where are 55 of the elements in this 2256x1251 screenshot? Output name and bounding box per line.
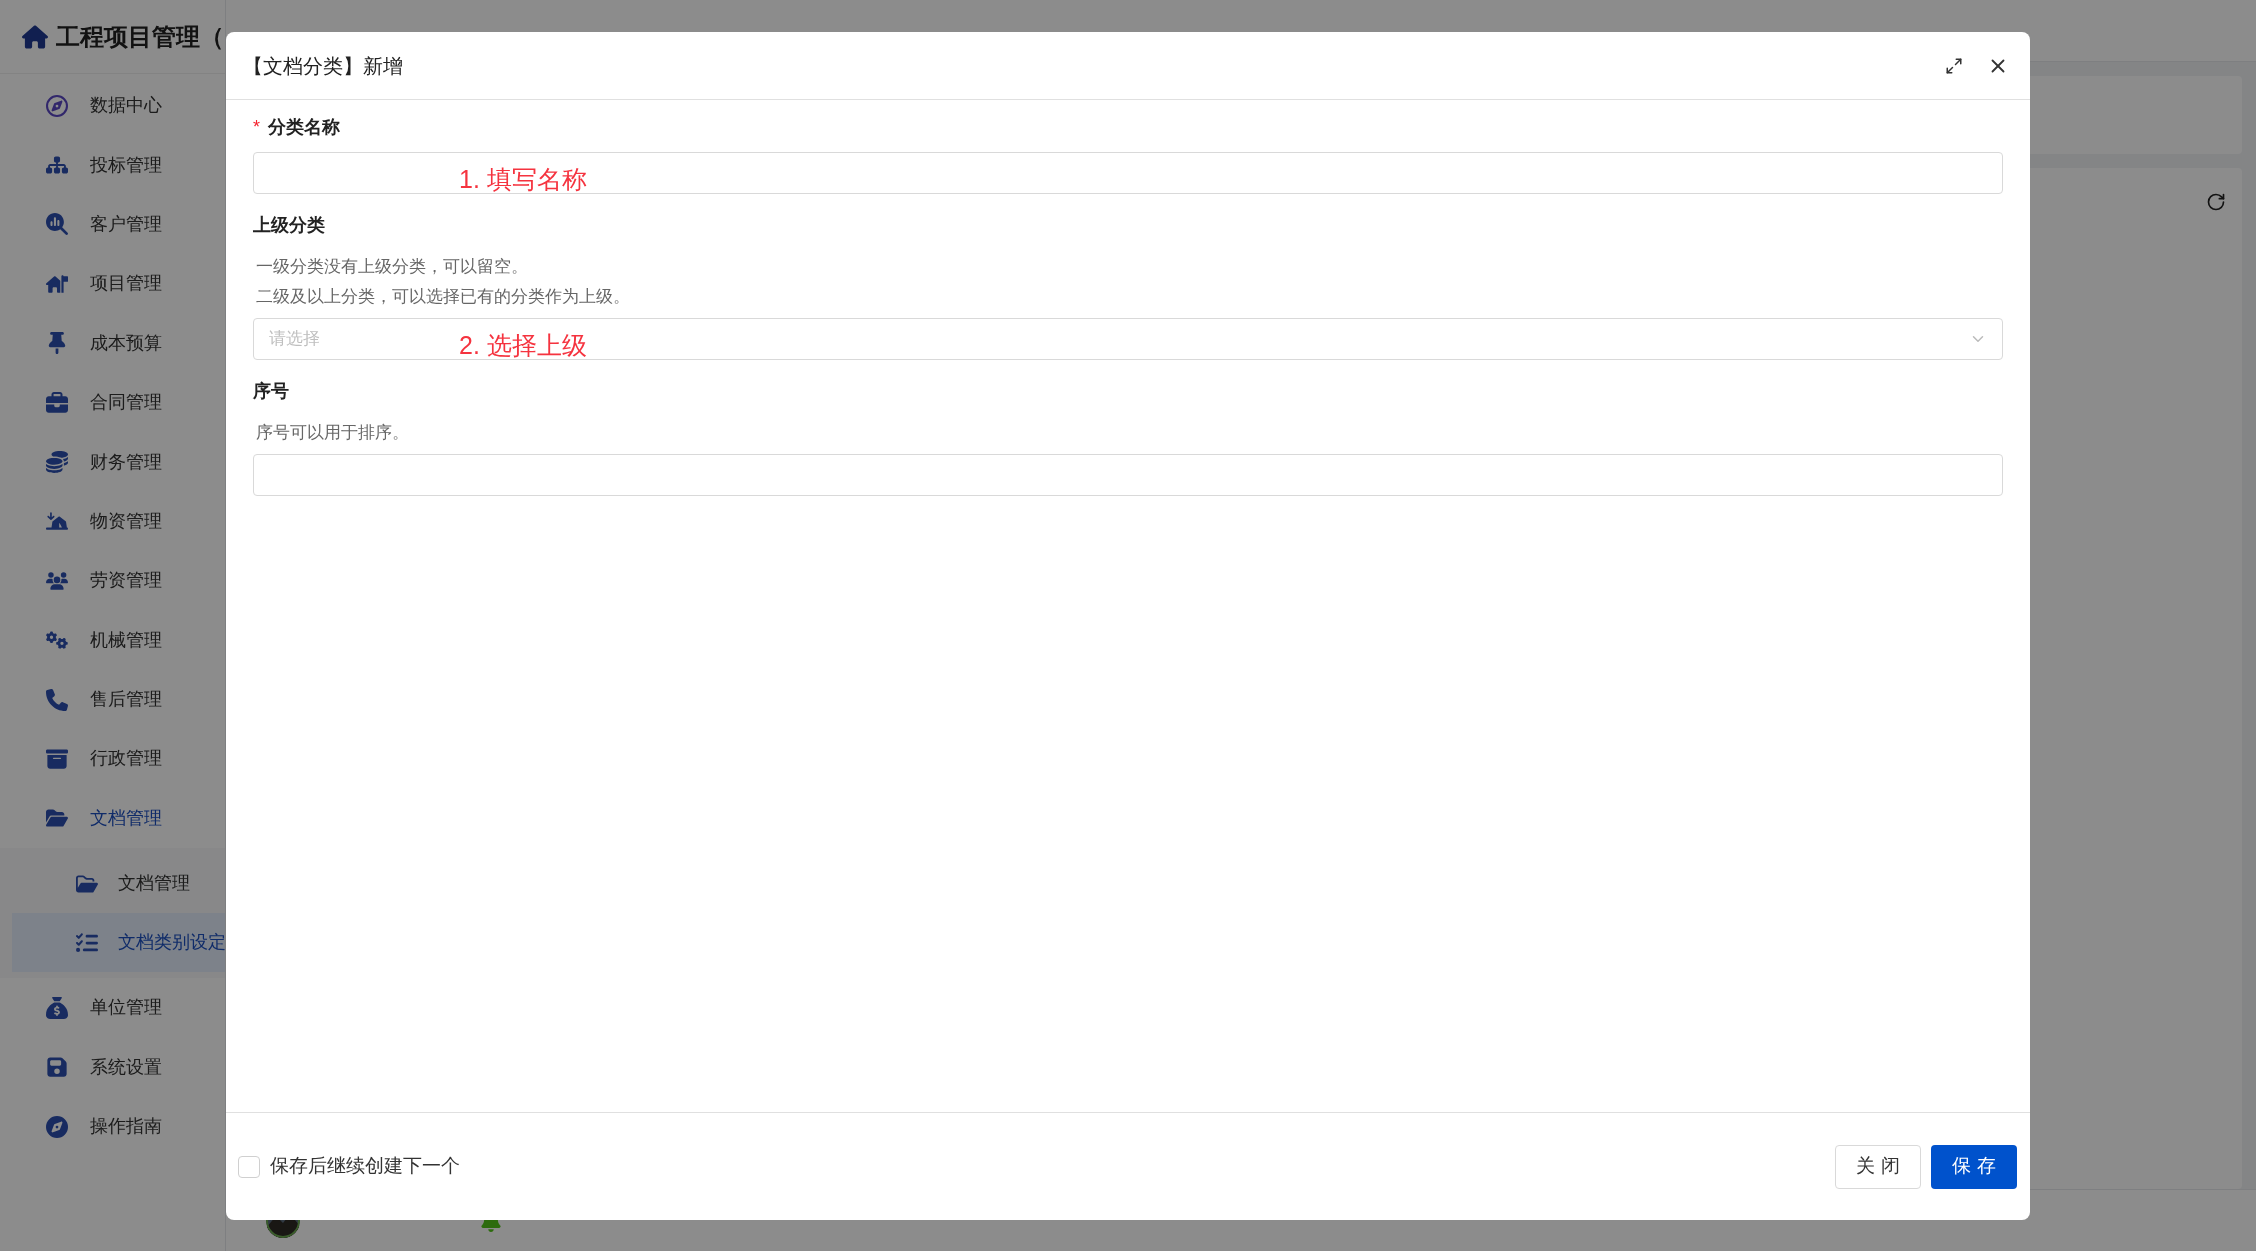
field-hint: 一级分类没有上级分类，可以留空。: [256, 256, 529, 278]
dialog-title: 【文档分类】新增: [243, 53, 403, 79]
required-mark: *: [253, 118, 260, 136]
annotation-text: 2. 选择上级: [459, 330, 587, 360]
home-icon: [22, 23, 48, 50]
sidebar-item[interactable]: 售后管理: [0, 669, 225, 730]
briefcase-icon: [46, 391, 68, 414]
coins-icon: [46, 451, 68, 474]
compass-icon: [46, 94, 68, 117]
sidebar-item[interactable]: 劳资管理: [0, 551, 225, 611]
field-label: 序号: [253, 379, 289, 403]
sidebar-item[interactable]: 成本预算: [0, 313, 225, 373]
tent-arrow-icon: [46, 510, 68, 533]
folder-icon: [76, 872, 98, 895]
checkbox[interactable]: [238, 1155, 260, 1178]
field-label: 上级分类: [253, 213, 325, 237]
users-icon: [46, 569, 68, 592]
compass-icon: [46, 1115, 68, 1138]
annotation-text: 1. 填写名称: [459, 164, 587, 194]
app-title: 工程项目管理（: [56, 21, 224, 52]
field-hint: 二级及以上分类，可以选择已有的分类作为上级。: [256, 286, 631, 308]
sidebar-item[interactable]: 系统设置: [0, 1037, 225, 1097]
sidebar-item[interactable]: 数据中心: [0, 76, 225, 136]
money-bag-icon: [46, 996, 68, 1019]
sidebar-item[interactable]: 文档管理: [0, 788, 225, 849]
house-flag-icon: [46, 272, 68, 295]
sidebar-item[interactable]: 机械管理: [0, 610, 225, 670]
expand-icon[interactable]: [1945, 56, 1963, 75]
field-hint: 序号可以用于排序。: [256, 422, 410, 444]
sitemap-icon: [46, 154, 68, 177]
sidebar-item[interactable]: 物资管理: [0, 491, 225, 552]
sidebar-item[interactable]: 财务管理: [0, 432, 225, 492]
checklist-icon: [76, 931, 98, 954]
field-label: 分类名称: [268, 115, 340, 139]
sidebar-item[interactable]: 项目管理: [0, 254, 225, 314]
magnifier-chart-icon: [46, 213, 68, 236]
sidebar-subitem[interactable]: 文档类别设定: [12, 913, 225, 973]
text-field[interactable]: [253, 454, 2003, 496]
save-button[interactable]: 保 存: [1931, 1144, 2017, 1189]
close-button[interactable]: 关 闭: [1835, 1144, 1921, 1189]
sidebar-item[interactable]: 合同管理: [0, 372, 225, 433]
sidebar-item[interactable]: 客户管理: [0, 194, 225, 255]
text-field[interactable]: [253, 152, 2003, 194]
checkbox-label: 保存后继续创建下一个: [270, 1154, 460, 1179]
sidebar-item[interactable]: 投标管理: [0, 135, 225, 195]
phone-icon: [46, 688, 68, 711]
sidebar-item[interactable]: 行政管理: [0, 729, 225, 789]
pin-icon: [46, 332, 68, 355]
sidebar-subitem[interactable]: 文档管理: [12, 854, 225, 914]
archive-icon: [46, 748, 68, 770]
folder-icon: [46, 807, 68, 830]
sidebar-item[interactable]: 操作指南: [0, 1096, 225, 1157]
gears-icon: [46, 629, 68, 652]
refresh-icon[interactable]: [2206, 192, 2226, 212]
sidebar-item[interactable]: 单位管理: [0, 978, 225, 1038]
